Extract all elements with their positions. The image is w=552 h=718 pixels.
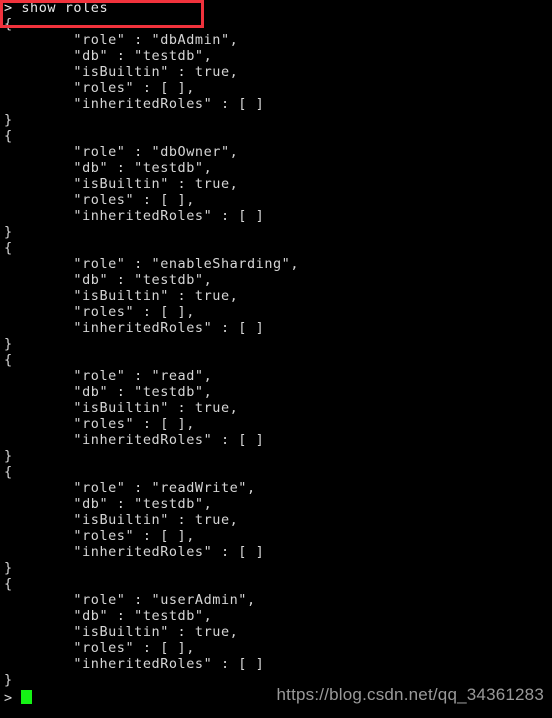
output-line: "role" : "dbOwner", [4,144,239,160]
output-line: } [4,336,13,352]
output-line: "role" : "userAdmin", [4,592,256,608]
output-line: "inheritedRoles" : [ ] [4,544,265,560]
output-line: "roles" : [ ], [4,640,195,656]
output-line: "inheritedRoles" : [ ] [4,656,265,672]
terminal-window[interactable]: > show roles{ "role" : "dbAdmin", "db" :… [0,0,552,718]
output-line: "db" : "testdb", [4,384,213,400]
output-line: "roles" : [ ], [4,416,195,432]
output-line: { [4,128,13,144]
output-line: "role" : "enableSharding", [4,256,300,272]
output-line: } [4,112,13,128]
output-line: "isBuiltin" : true, [4,288,239,304]
output-line: "roles" : [ ], [4,80,195,96]
output-line: "isBuiltin" : true, [4,624,239,640]
output-line: } [4,448,13,464]
output-line: { [4,576,13,592]
watermark-url: https://blog.csdn.net/qq_34361283 [276,685,544,704]
command-line: > show roles [4,0,109,16]
output-line: "role" : "readWrite", [4,480,256,496]
bottom-prompt-line[interactable]: > [0,690,33,706]
output-line: "db" : "testdb", [4,608,213,624]
output-line: "db" : "testdb", [4,272,213,288]
output-line: "db" : "testdb", [4,160,213,176]
output-line: { [4,240,13,256]
output-line: "inheritedRoles" : [ ] [4,320,265,336]
output-line: "inheritedRoles" : [ ] [4,96,265,112]
output-line: "db" : "testdb", [4,48,213,64]
output-line: "inheritedRoles" : [ ] [4,432,265,448]
output-line: "roles" : [ ], [4,528,195,544]
output-line: "isBuiltin" : true, [4,64,239,80]
output-line: "isBuiltin" : true, [4,512,239,528]
output-line: "isBuiltin" : true, [4,400,239,416]
output-line: { [4,352,13,368]
output-line: } [4,560,13,576]
text-cursor [21,690,33,704]
output-line: } [4,224,13,240]
console-output[interactable]: > show roles{ "role" : "dbAdmin", "db" :… [0,0,552,688]
output-line: { [4,464,13,480]
output-line: "role" : "read", [4,368,213,384]
output-line: { [4,16,13,32]
prompt-symbol: > [4,690,13,706]
output-line: "inheritedRoles" : [ ] [4,208,265,224]
output-line: "roles" : [ ], [4,192,195,208]
output-line: "isBuiltin" : true, [4,176,239,192]
output-line: "db" : "testdb", [4,496,213,512]
output-line: "roles" : [ ], [4,304,195,320]
output-line: "role" : "dbAdmin", [4,32,239,48]
